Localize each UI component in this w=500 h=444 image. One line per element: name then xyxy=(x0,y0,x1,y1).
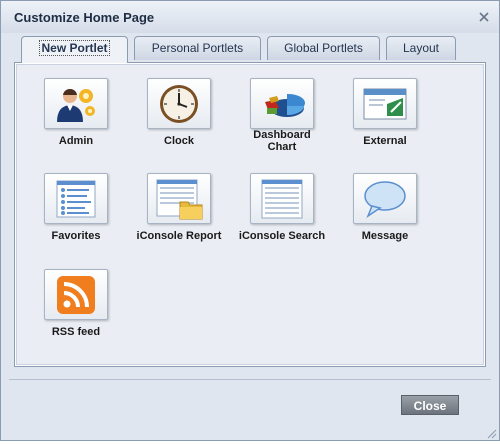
tab-layout[interactable]: Layout xyxy=(386,36,456,60)
portlet-label: iConsole Report xyxy=(136,230,222,242)
portlet-message[interactable]: Message xyxy=(335,173,435,242)
search-document-icon xyxy=(250,173,314,224)
portlet-label: Message xyxy=(361,230,409,242)
admin-gears-person-icon xyxy=(44,78,108,129)
tab-label: Layout xyxy=(402,41,440,55)
portlet-admin[interactable]: Admin xyxy=(26,78,126,147)
pie-chart-icon xyxy=(250,78,314,129)
clock-icon xyxy=(147,78,211,129)
portlet-label: RSS feed xyxy=(51,326,101,338)
portlet-label: Favorites xyxy=(51,230,101,242)
resize-grip-icon[interactable] xyxy=(485,426,497,439)
portlet-label: External xyxy=(363,135,407,147)
portlet-grid: Admin Clock Dashboard Chart External Fav… xyxy=(16,64,484,365)
portlet-label: iConsole Search xyxy=(238,230,326,242)
portlet-rss-feed[interactable]: RSS feed xyxy=(26,269,126,338)
tab-label: Global Portlets xyxy=(284,41,363,55)
customize-home-page-dialog: Customize Home Page New Portlet Personal… xyxy=(0,0,500,441)
tab-new-portlet[interactable]: New Portlet xyxy=(21,36,128,63)
portlet-label: Dashboard Chart xyxy=(253,129,311,153)
speech-bubble-icon xyxy=(353,173,417,224)
close-icon[interactable] xyxy=(477,10,491,24)
close-button[interactable]: Close xyxy=(401,395,459,415)
tab-label: Personal Portlets xyxy=(151,41,244,55)
portlet-clock[interactable]: Clock xyxy=(129,78,229,147)
portlet-favorites[interactable]: Favorites xyxy=(26,173,126,242)
tab-content-panel: Admin Clock Dashboard Chart External Fav… xyxy=(14,62,486,367)
favorites-list-icon xyxy=(44,173,108,224)
external-window-icon xyxy=(353,78,417,129)
portlet-external[interactable]: External xyxy=(335,78,435,147)
portlet-iconsole-search[interactable]: iConsole Search xyxy=(232,173,332,242)
report-folder-icon xyxy=(147,173,211,224)
tab-personal-portlets[interactable]: Personal Portlets xyxy=(134,36,261,60)
dialog-title: Customize Home Page xyxy=(14,10,155,25)
portlet-label: Admin xyxy=(58,135,94,147)
footer-divider xyxy=(9,379,491,380)
portlet-dashboard-chart[interactable]: Dashboard Chart xyxy=(232,78,332,153)
portlet-label: Clock xyxy=(164,135,194,147)
portlet-iconsole-report[interactable]: iConsole Report xyxy=(129,173,229,242)
rss-icon xyxy=(44,269,108,320)
dialog-titlebar[interactable]: Customize Home Page xyxy=(1,1,499,33)
tab-global-portlets[interactable]: Global Portlets xyxy=(267,36,380,60)
tab-label: New Portlet xyxy=(39,40,110,56)
